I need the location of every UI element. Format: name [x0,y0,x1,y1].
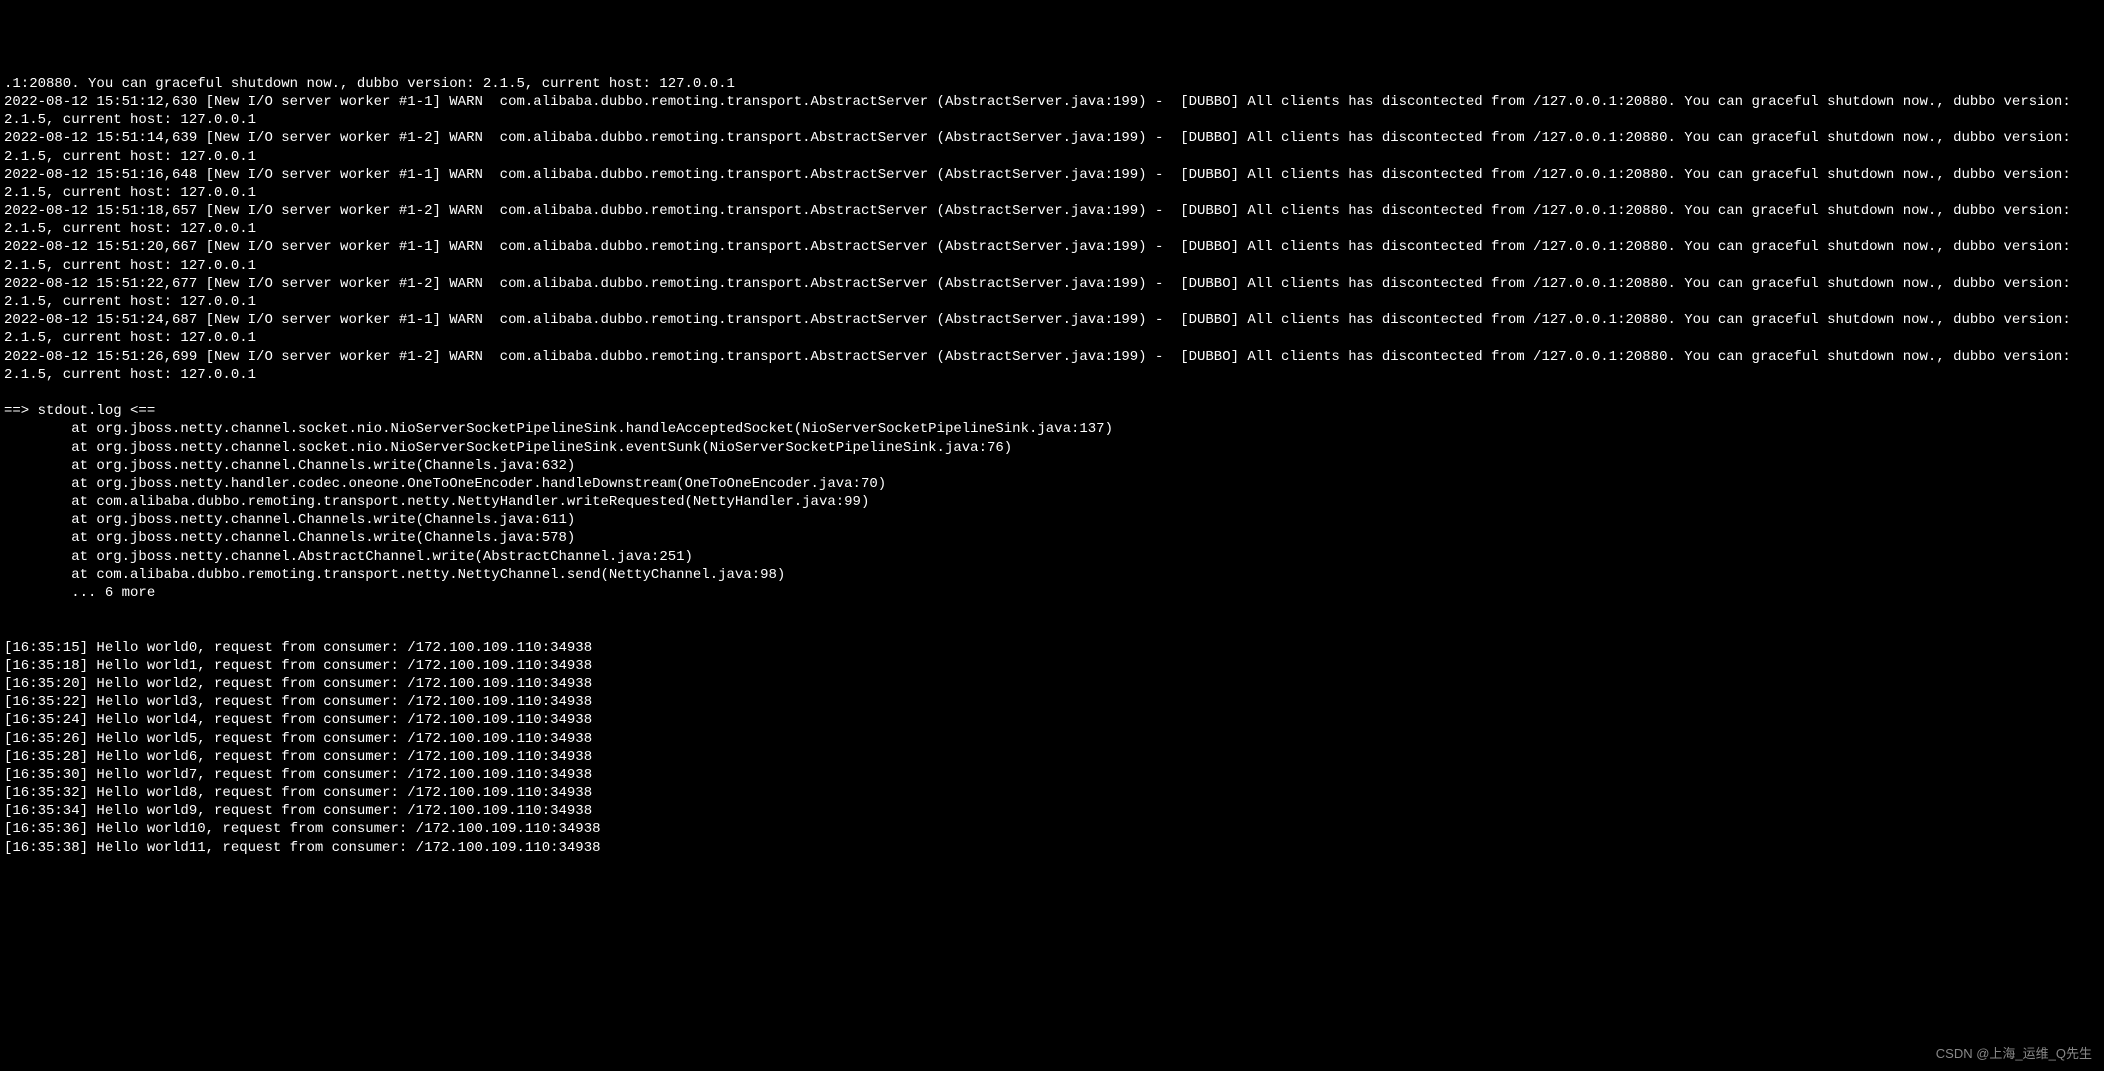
log-line [4,620,2100,638]
log-line: [16:35:34] Hello world9, request from co… [4,802,2100,820]
log-line: at org.jboss.netty.channel.Channels.writ… [4,529,2100,547]
terminal-output[interactable]: .1:20880. You can graceful shutdown now.… [0,73,2104,859]
log-line: at org.jboss.netty.channel.Channels.writ… [4,457,2100,475]
log-line: 2022-08-12 15:51:20,667 [New I/O server … [4,238,2100,274]
log-line: .1:20880. You can graceful shutdown now.… [4,75,2100,93]
log-line: [16:35:30] Hello world7, request from co… [4,766,2100,784]
log-line: at org.jboss.netty.channel.AbstractChann… [4,548,2100,566]
log-line [4,384,2100,402]
log-line: ... 6 more [4,584,2100,602]
log-line: [16:35:18] Hello world1, request from co… [4,657,2100,675]
log-line: at com.alibaba.dubbo.remoting.transport.… [4,566,2100,584]
log-line: [16:35:38] Hello world11, request from c… [4,839,2100,857]
log-line: 2022-08-12 15:51:26,699 [New I/O server … [4,348,2100,384]
log-line: 2022-08-12 15:51:24,687 [New I/O server … [4,311,2100,347]
log-line: [16:35:22] Hello world3, request from co… [4,693,2100,711]
log-line: at org.jboss.netty.handler.codec.oneone.… [4,475,2100,493]
log-line: 2022-08-12 15:51:16,648 [New I/O server … [4,166,2100,202]
log-line: [16:35:32] Hello world8, request from co… [4,784,2100,802]
log-line: 2022-08-12 15:51:12,630 [New I/O server … [4,93,2100,129]
log-line: [16:35:20] Hello world2, request from co… [4,675,2100,693]
log-line [4,602,2100,620]
log-line: 2022-08-12 15:51:22,677 [New I/O server … [4,275,2100,311]
log-line: at org.jboss.netty.channel.socket.nio.Ni… [4,439,2100,457]
log-line: [16:35:36] Hello world10, request from c… [4,820,2100,838]
log-line: 2022-08-12 15:51:18,657 [New I/O server … [4,202,2100,238]
log-line: [16:35:26] Hello world5, request from co… [4,730,2100,748]
log-line: [16:35:28] Hello world6, request from co… [4,748,2100,766]
log-line: at org.jboss.netty.channel.Channels.writ… [4,511,2100,529]
log-line: [16:35:24] Hello world4, request from co… [4,711,2100,729]
watermark-text: CSDN @上海_运维_Q先生 [1936,1046,2092,1063]
log-line: ==> stdout.log <== [4,402,2100,420]
log-line: at com.alibaba.dubbo.remoting.transport.… [4,493,2100,511]
log-line: at org.jboss.netty.channel.socket.nio.Ni… [4,420,2100,438]
log-line: [16:35:15] Hello world0, request from co… [4,639,2100,657]
log-line: 2022-08-12 15:51:14,639 [New I/O server … [4,129,2100,165]
